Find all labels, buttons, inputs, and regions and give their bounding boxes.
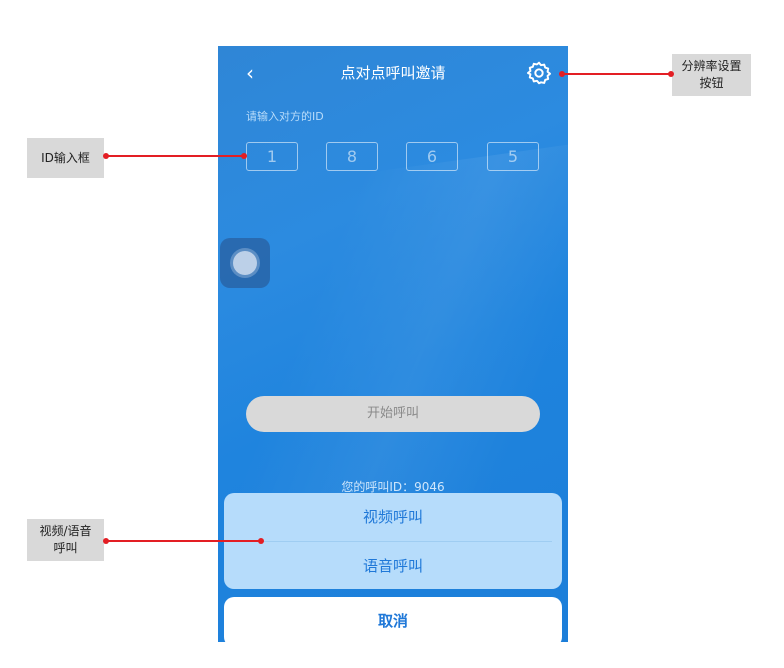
gear-icon[interactable] (526, 60, 552, 86)
page-title: 点对点呼叫邀请 (340, 64, 446, 82)
phone-screen: ‹ 点对点呼叫邀请 请输入对方的ID 1 8 6 5 开始呼叫 您的呼叫ID：9… (218, 46, 568, 642)
callout-video-voice-call: 视频/语音 呼叫 (27, 519, 104, 561)
video-call-option[interactable]: 视频呼叫 (224, 493, 562, 541)
leader-line-id-input (106, 155, 245, 157)
id-digit-box-3[interactable]: 6 (406, 142, 458, 171)
leader-line-call (106, 540, 261, 542)
id-digit-box-4[interactable]: 5 (487, 142, 539, 171)
voice-call-option[interactable]: 语音呼叫 (224, 542, 562, 589)
leader-dot-call (103, 538, 109, 544)
id-digit-box-1[interactable]: 1 (246, 142, 298, 171)
leader-dot-settings-end (668, 71, 674, 77)
callout-id-input: ID输入框 (27, 138, 104, 178)
floating-assistive-button[interactable] (220, 238, 270, 288)
leader-dot-settings (559, 71, 565, 77)
leader-dot-call-end (258, 538, 264, 544)
cancel-button[interactable]: 取消 (224, 597, 562, 642)
leader-dot-id-input-end (241, 153, 247, 159)
leader-line-settings (563, 73, 671, 75)
callout-resolution-settings: 分辨率设置 按钮 (672, 54, 751, 96)
start-call-button[interactable]: 开始呼叫 (246, 396, 540, 432)
call-type-action-sheet: 视频呼叫 语音呼叫 (224, 493, 562, 589)
id-digit-box-2[interactable]: 8 (326, 142, 378, 171)
id-prompt-label: 请输入对方的ID (246, 110, 324, 123)
floating-button-dot-icon (233, 251, 257, 275)
leader-dot-id-input (103, 153, 109, 159)
